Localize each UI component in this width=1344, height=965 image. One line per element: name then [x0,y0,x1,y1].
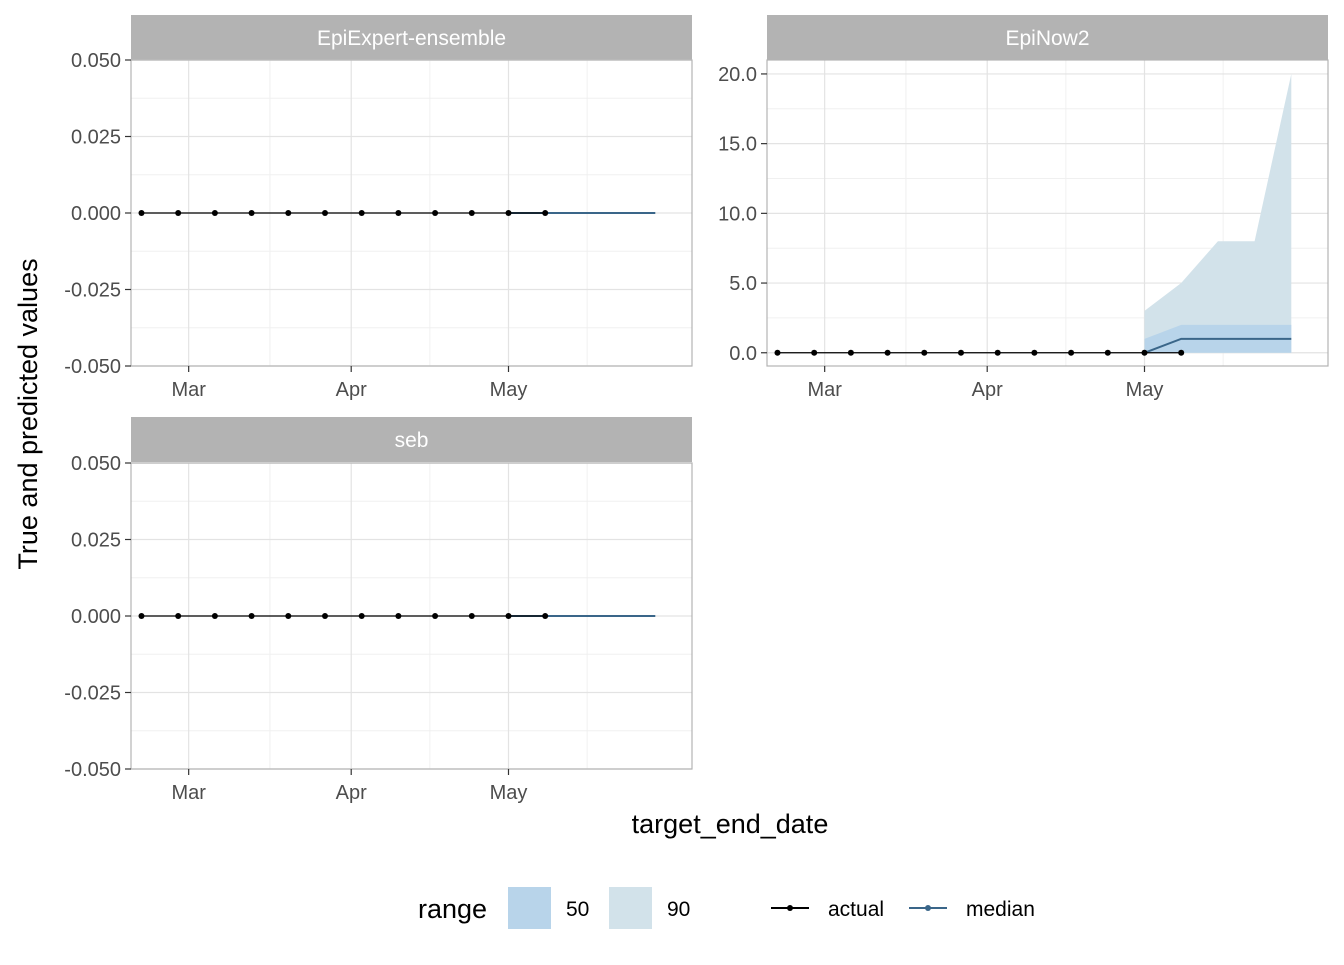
actual-point [138,210,145,216]
actual-point [285,210,292,216]
actual-point [175,613,182,619]
faceted-forecast-chart: EpiExpert-ensemble -0.050 -0.025 0.000 0.025… [0,0,1344,960]
actual-point [468,210,475,216]
legend-item-range-90: 90 [609,887,690,929]
panel-1: EpiNow2 0.0 5.0 10.0 15.0 20.0 Mar Apr May [718,15,1329,401]
actual-point [994,349,1001,356]
y-tick-label: 5.0 [729,273,757,295]
actual-point [957,349,964,356]
actual-point [211,210,218,216]
panel-0: EpiExpert-ensemble -0.050 -0.025 0.000 0.025… [64,15,693,401]
panel-title: seb [395,429,429,452]
y-tick-label: -0.025 [64,280,121,302]
panel-2: seb -0.050 -0.025 0.000 0.025 0.050 Mar Apr May [64,417,693,804]
y-tick-label: 0.000 [71,606,121,628]
legend-item-range-50: 50 [508,887,589,929]
x-tick-label: Mar [807,379,842,401]
actual-point [542,210,549,216]
panel-title: EpiExpert-ensemble [317,27,506,50]
legend-point-key [787,905,793,911]
actual-point [1068,349,1075,356]
actual-point [921,349,928,356]
actual-point [505,613,512,619]
legend: range 50 90 actual median [418,887,1035,929]
actual-point [175,210,182,216]
y-tick-label: 10.0 [718,203,757,225]
x-tick-label: Apr [972,379,1003,401]
x-tick-label: Mar [171,782,206,804]
y-tick-label: 0.050 [71,50,121,72]
actual-point [847,349,854,356]
actual-point [358,210,365,216]
actual-point [542,613,549,619]
actual-point [432,210,439,216]
y-tick-label: 20.0 [718,64,757,86]
y-tick-label: 0.0 [729,343,757,365]
actual-point [1141,349,1148,356]
y-tick-label: 0.025 [71,127,121,149]
panel-title: EpiNow2 [1005,27,1089,50]
actual-point [1031,349,1038,356]
y-tick-label: 0.025 [71,530,121,552]
y-tick-label: 0.000 [71,203,121,225]
actual-point [248,210,255,216]
actual-point [811,349,818,356]
legend-label: median [966,898,1035,921]
y-tick-label: -0.025 [64,683,121,705]
y-tick-label: -0.050 [64,356,121,378]
actual-point [432,613,439,619]
actual-point [774,349,781,356]
legend-item-actual: actual [771,898,884,921]
actual-point [211,613,218,619]
actual-point [395,210,402,216]
y-tick-label: 0.050 [71,453,121,475]
y-tick-label: 15.0 [718,134,757,156]
legend-swatch [508,887,551,929]
legend-title: range [418,894,487,924]
actual-point [884,349,891,356]
actual-point [248,613,255,619]
y-axis-title: True and predicted values [13,258,43,569]
actual-point [321,613,328,619]
actual-point [138,613,145,619]
x-tick-label: Apr [336,379,367,401]
legend-label: actual [828,898,884,921]
actual-point [468,613,475,619]
actual-point [395,613,402,619]
x-tick-label: May [490,782,528,804]
actual-point [321,210,328,216]
x-axis-title: target_end_date [632,809,829,839]
legend-swatch [609,887,652,929]
legend-item-median: median [909,898,1035,921]
x-tick-label: May [490,379,528,401]
chart-svg: EpiExpert-ensemble -0.050 -0.025 0.000 0.025… [13,15,1329,929]
legend-point-key [925,905,931,911]
legend-label: 50 [566,898,589,921]
actual-point [1178,349,1185,356]
x-tick-label: May [1126,379,1164,401]
y-tick-label: -0.050 [64,759,121,781]
x-tick-label: Mar [171,379,206,401]
actual-point [505,210,512,216]
actual-point [358,613,365,619]
legend-label: 90 [667,898,690,921]
x-tick-label: Apr [336,782,367,804]
actual-point [285,613,292,619]
actual-point [1104,349,1111,356]
